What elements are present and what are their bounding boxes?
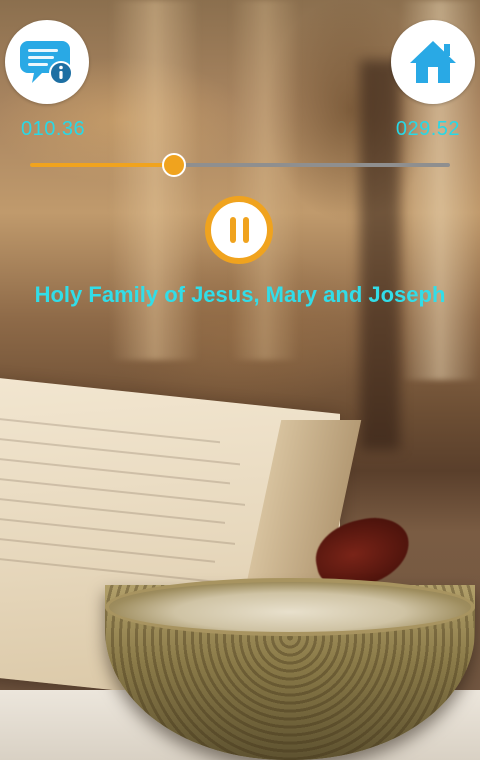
home-icon xyxy=(410,41,456,83)
home-button[interactable] xyxy=(391,20,475,104)
pause-icon xyxy=(242,217,249,243)
player-screen: 010.36 029.52 Holy Family of Jesus, Mary… xyxy=(0,0,480,760)
seek-bar[interactable] xyxy=(30,153,450,177)
chat-info-icon xyxy=(20,41,73,85)
info-button[interactable] xyxy=(5,20,89,104)
current-time-label: 010.36 xyxy=(21,118,86,140)
total-time-label: 029.52 xyxy=(395,118,460,140)
track-title: Holy Family of Jesus, Mary and Joseph xyxy=(34,282,446,307)
brass-bowl-rim xyxy=(105,578,475,636)
pause-icon xyxy=(229,217,236,243)
background-shadow xyxy=(360,60,400,450)
seek-progress-fill xyxy=(30,163,175,167)
pause-button[interactable] xyxy=(205,196,273,264)
